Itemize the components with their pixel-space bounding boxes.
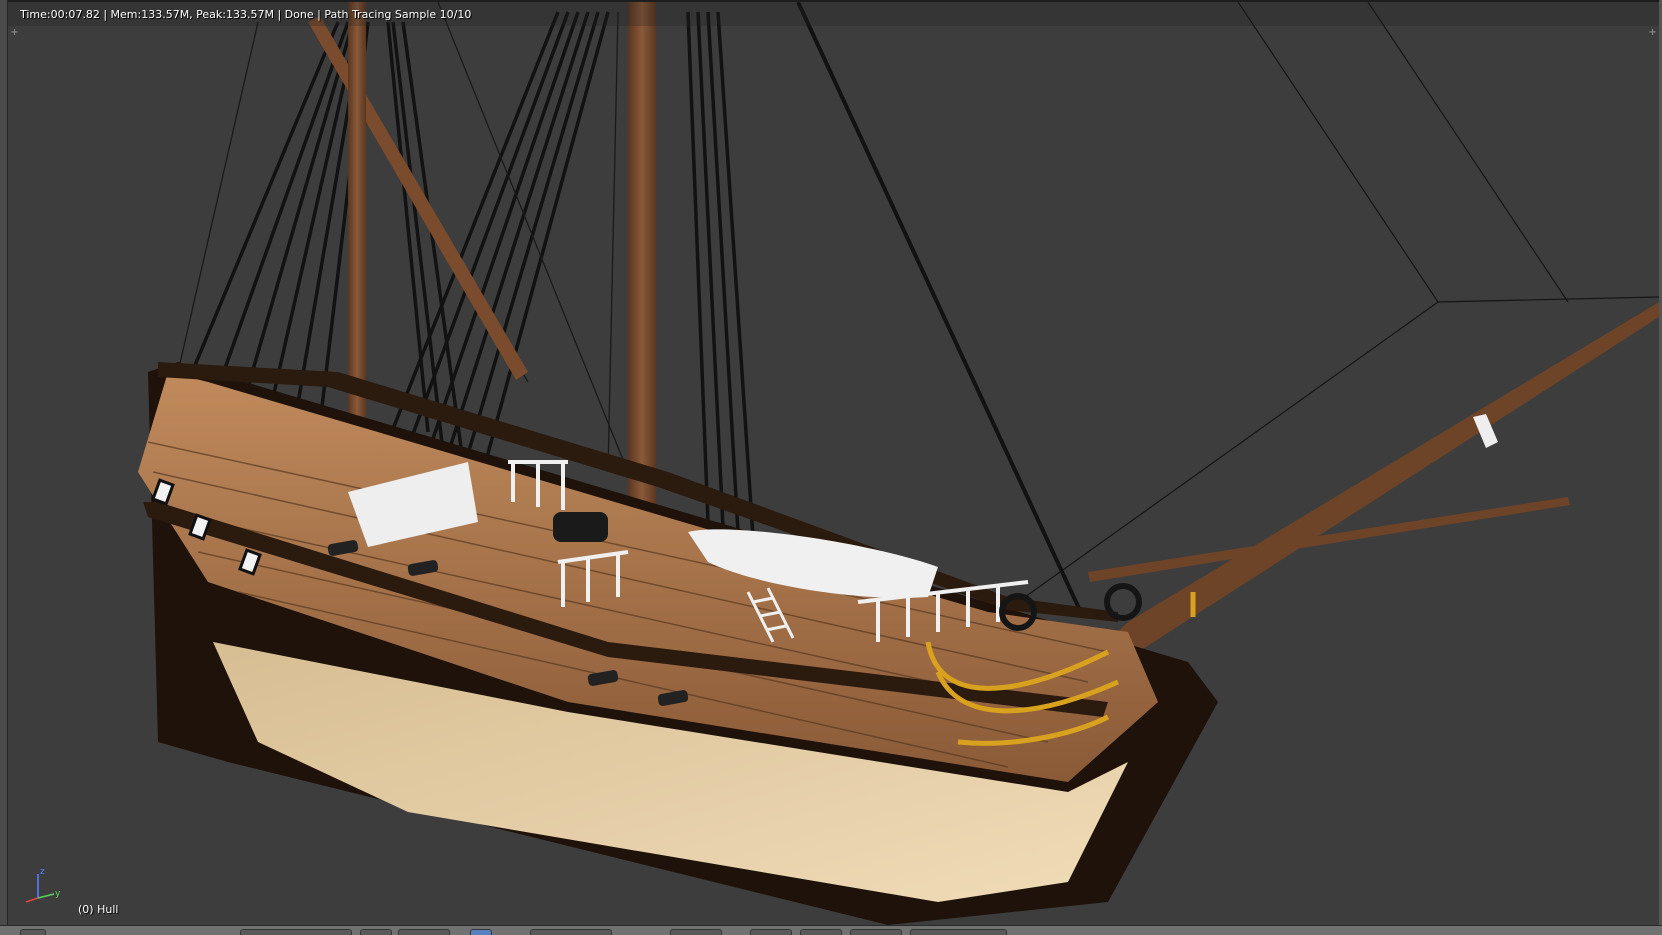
area-split-handle-right[interactable]: + (1648, 28, 1657, 38)
pivot-icon[interactable] (398, 929, 450, 935)
mode-dropdown[interactable] (240, 929, 352, 935)
opengl-render-icon[interactable] (910, 929, 1007, 935)
editor-type-icon[interactable] (20, 929, 46, 935)
snap-icon[interactable] (800, 929, 842, 935)
x-axis-line (25, 897, 39, 903)
camera-bound-line (1367, 2, 1569, 303)
area-split-handle-left[interactable]: + (10, 28, 19, 38)
mizzen-mast (348, 2, 366, 472)
axis-orientation-gizmo: z y (25, 867, 61, 903)
layers-grid[interactable] (670, 929, 722, 935)
3d-viewport[interactable]: Time:00:07.82 | Mem:133.57M, Peak:133.57… (8, 2, 1659, 925)
rendered-ship-scene (138, 2, 1659, 925)
camera-bound-line (1237, 2, 1439, 303)
camera-bound-line (1437, 296, 1659, 303)
main-mast (628, 2, 656, 532)
view-menu[interactable] (52, 929, 204, 935)
left-region-edge[interactable] (0, 0, 8, 925)
viewport-header-toolbar (0, 925, 1662, 935)
blender-window: Time:00:07.82 | Mem:133.57M, Peak:133.57… (0, 0, 1662, 935)
transform-orientation[interactable] (530, 929, 612, 935)
render-icon[interactable] (850, 929, 902, 935)
shading-dropdown[interactable] (360, 929, 392, 935)
render-status-text: Time:00:07.82 | Mem:133.57M, Peak:133.57… (20, 8, 472, 21)
y-axis-line (37, 893, 55, 899)
y-axis-label: y (55, 889, 61, 899)
lock-icon[interactable] (750, 929, 792, 935)
active-object-label: (0) Hull (78, 903, 119, 916)
z-axis-label: z (40, 867, 45, 877)
manipulator-icon[interactable] (470, 929, 492, 935)
